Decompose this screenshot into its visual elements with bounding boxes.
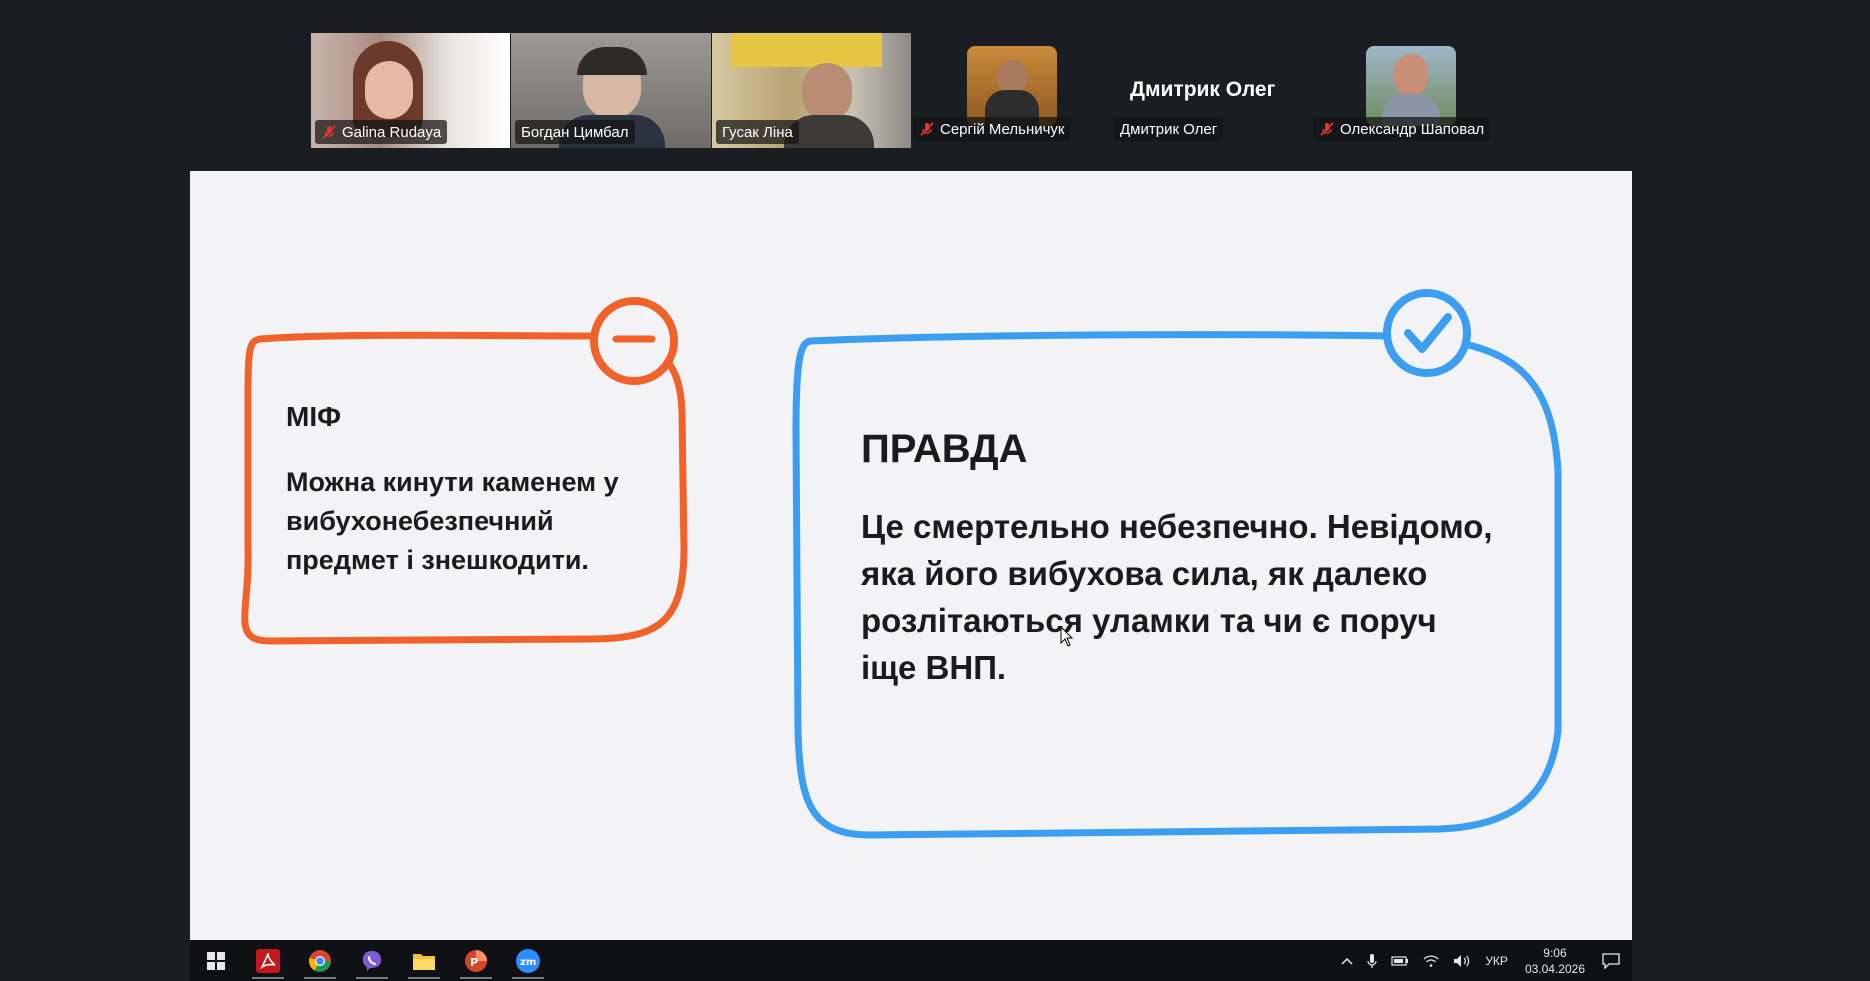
checkmark-circle-icon <box>1383 289 1471 377</box>
zoom-icon[interactable]: zm <box>502 940 554 981</box>
shared-slide: МІФ Можна кинути каменем у вибухонебезпе… <box>190 171 1632 940</box>
participant-tile-galina[interactable]: Galina Rudaya <box>311 33 510 148</box>
avatar <box>967 46 1057 126</box>
speaker-icon[interactable] <box>1453 954 1471 968</box>
participant-name: Дмитрик Олег <box>1120 120 1218 138</box>
microphone-icon[interactable] <box>1367 953 1377 969</box>
start-icon[interactable] <box>190 940 242 981</box>
participant-name: Гусак Ліна <box>722 123 793 141</box>
language-indicator[interactable]: УКР <box>1485 954 1508 968</box>
truth-title: ПРАВДА <box>861 427 1028 471</box>
participant-nametag: Гусак Ліна <box>716 120 799 144</box>
viber-icon[interactable] <box>346 940 398 981</box>
file-explorer-icon[interactable] <box>398 940 450 981</box>
participant-tile-serhii[interactable]: Сергій Мельничук <box>913 33 1083 148</box>
avatar <box>1366 46 1456 126</box>
participant-tile-lina[interactable]: Гусак Ліна <box>712 33 911 148</box>
notifications-icon[interactable] <box>1602 952 1620 969</box>
wifi-icon[interactable] <box>1423 954 1439 968</box>
participant-name: Сергій Мельничук <box>940 120 1065 138</box>
participant-name: Богдан Цимбал <box>521 123 629 141</box>
windows-taskbar: P zm УКР 9:06 03.04.2026 <box>190 940 1632 981</box>
chevron-up-icon[interactable] <box>1341 957 1353 965</box>
participant-nametag: Сергій Мельничук <box>913 117 1071 141</box>
participant-tile-oleksandr[interactable]: Олександр Шаповал <box>1313 33 1503 148</box>
participant-nametag: Galina Rudaya <box>315 120 448 144</box>
myth-title: МІФ <box>286 401 342 432</box>
svg-text:P: P <box>470 956 478 969</box>
muted-mic-icon <box>919 121 935 137</box>
powerpoint-icon[interactable]: P <box>450 940 502 981</box>
clock-date: 03.04.2026 <box>1524 961 1585 976</box>
chrome-icon[interactable] <box>294 940 346 981</box>
participant-name: Galina Rudaya <box>342 123 442 141</box>
participant-tile-bohdan[interactable]: Богдан Цимбал <box>511 33 711 148</box>
truth-text: Це смертельно небезпечно. Невідомо, яка … <box>861 508 1493 686</box>
clock[interactable]: 9:06 03.04.2026 <box>1525 945 1585 977</box>
muted-mic-icon <box>1319 121 1335 137</box>
clock-time: 9:06 <box>1543 945 1567 960</box>
participant-name: Олександр Шаповал <box>1340 120 1485 138</box>
myth-text: Можна кинути каменем у вибухонебезпечний… <box>286 467 619 575</box>
mouse-cursor-icon <box>1060 626 1074 647</box>
svg-text:zm: zm <box>520 957 536 968</box>
participant-nametag: Дмитрик Олег <box>1114 117 1224 141</box>
battery-icon[interactable] <box>1391 955 1409 967</box>
muted-mic-icon <box>321 124 337 140</box>
participant-tile-dmytryk[interactable]: Дмитрик Олег <box>1110 33 1260 148</box>
participant-nametag: Богдан Цимбал <box>515 120 635 144</box>
acrobat-icon[interactable] <box>242 940 294 981</box>
system-tray: УКР 9:06 03.04.2026 <box>1334 940 1632 981</box>
participant-nametag: Олександр Шаповал <box>1313 117 1491 141</box>
